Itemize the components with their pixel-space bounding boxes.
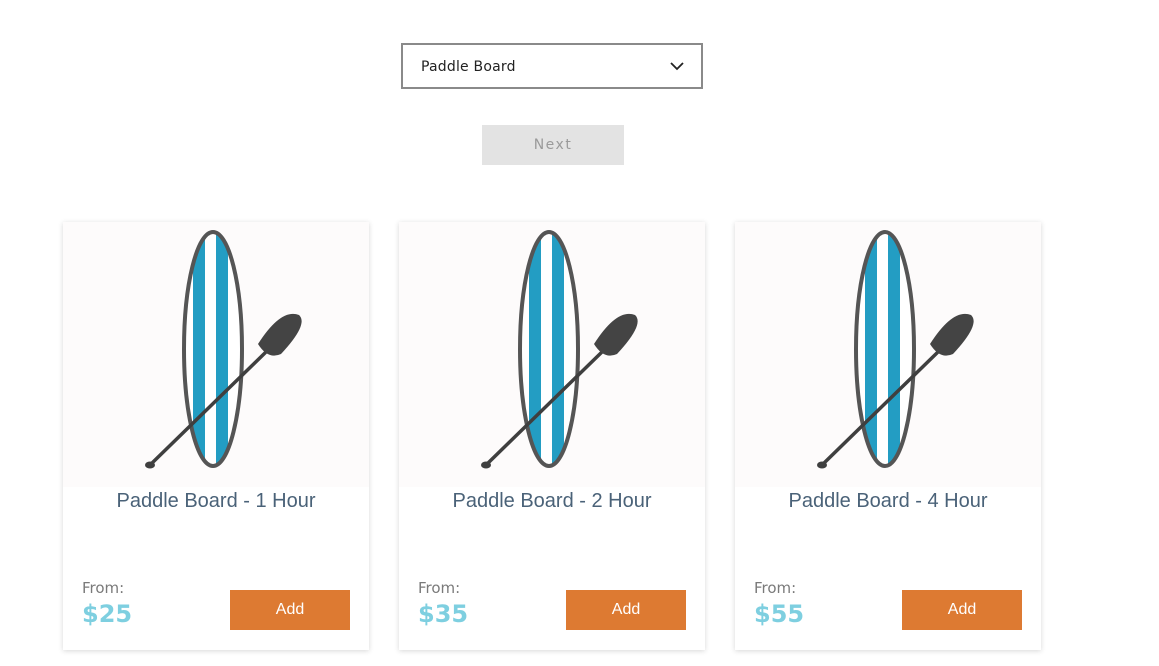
chevron-down-icon [670,62,684,71]
product-card: Paddle Board - 2 Hour From: $35 Add [399,222,705,650]
booking-page: Paddle Board Next Paddle Board - 1 Hour … [0,0,1159,666]
paddle-board-icon [817,230,974,469]
product-image [735,222,1041,487]
product-title: Paddle Board - 4 Hour [788,490,988,512]
category-dropdown[interactable]: Paddle Board [401,43,703,89]
product-card: Paddle Board - 1 Hour From: $25 Add [63,222,369,650]
category-dropdown-value: Paddle Board [421,59,516,75]
add-button[interactable]: Add [230,590,350,630]
paddle-board-icon [481,230,638,469]
from-label: From: [754,579,797,597]
product-image [63,222,369,487]
product-price: $35 [418,600,469,628]
add-button[interactable]: Add [566,590,686,630]
product-card: Paddle Board - 4 Hour From: $55 Add [735,222,1041,650]
add-button[interactable]: Add [902,590,1022,630]
product-image [399,222,705,487]
from-label: From: [82,579,125,597]
next-button[interactable]: Next [482,125,624,165]
product-title: Paddle Board - 2 Hour [452,490,652,512]
paddle-board-icon [145,230,302,469]
from-label: From: [418,579,461,597]
product-title: Paddle Board - 1 Hour [116,490,316,512]
product-price: $55 [754,600,805,628]
product-price: $25 [82,600,133,628]
